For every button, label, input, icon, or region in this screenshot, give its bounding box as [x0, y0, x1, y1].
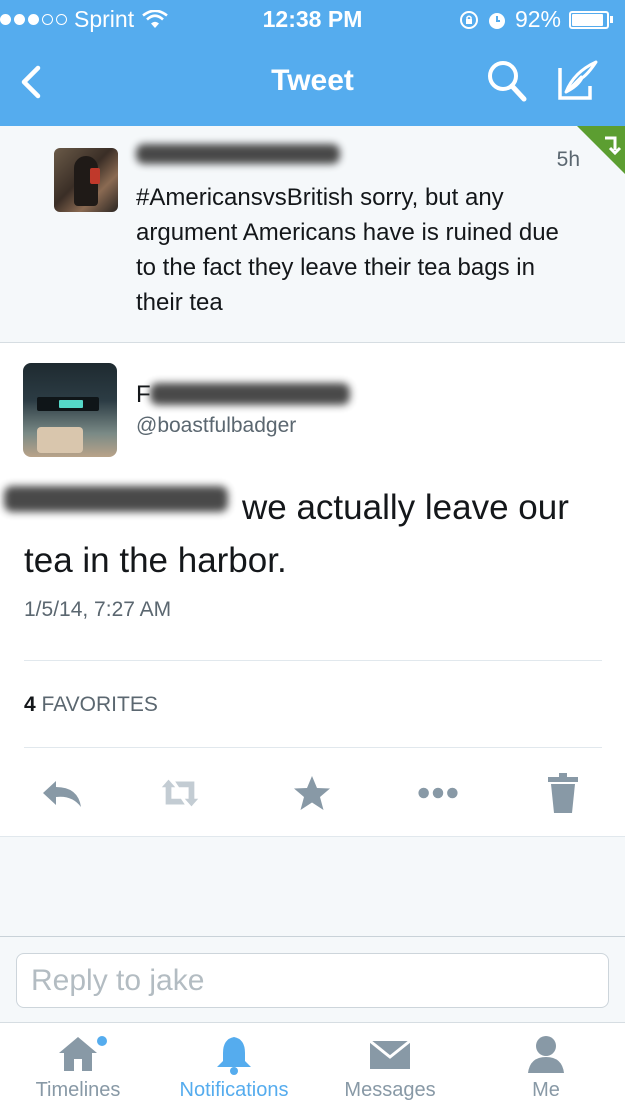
status-right: 92% — [459, 6, 613, 33]
tab-me[interactable]: Me — [500, 1023, 592, 1109]
tab-timelines[interactable]: Timelines — [28, 1023, 128, 1109]
in-reply-to-tweet[interactable]: 5h #AmericansvsBritish sorry, but any ar… — [0, 126, 625, 343]
retweet-button[interactable] — [158, 773, 202, 813]
app-header: Sprint 12:38 PM 92% Tweet — [0, 0, 625, 126]
battery-icon — [569, 10, 613, 29]
tab-notifications[interactable]: Notifications — [166, 1023, 302, 1109]
reply-button[interactable] — [40, 773, 84, 813]
alarm-icon — [488, 12, 505, 29]
rotation-lock-icon — [459, 10, 478, 29]
favorites-number: 4 — [24, 693, 36, 716]
delete-icon — [548, 773, 578, 813]
redacted-name — [136, 144, 340, 164]
tweet-detail: F @boastfulbadger we actually leave our … — [0, 343, 625, 836]
avatar[interactable] — [54, 148, 118, 212]
favorites-count[interactable]: 4 FAVORITES — [24, 693, 158, 717]
tab-bar: Timelines Notifications Messages Me — [0, 1022, 625, 1109]
favorite-icon — [294, 776, 330, 810]
reply-icon — [43, 781, 81, 807]
tab-label: Notifications — [179, 1079, 289, 1101]
envelope-icon — [369, 1039, 411, 1069]
reply-input[interactable] — [16, 953, 609, 1008]
divider — [24, 747, 602, 748]
more-icon — [418, 787, 458, 799]
search-icon[interactable] — [484, 58, 528, 104]
more-button[interactable] — [416, 773, 460, 813]
tweet-time: 5h — [556, 148, 580, 171]
user-handle[interactable]: @boastfulbadger — [136, 414, 296, 438]
tweet-actions — [0, 771, 625, 815]
tab-label: Me — [532, 1079, 560, 1101]
tweet-timestamp: 1/5/14, 7:27 AM — [24, 598, 172, 621]
home-icon — [59, 1037, 97, 1071]
retweet-icon — [161, 779, 199, 807]
tweet-text: #AmericansvsBritish sorry, but any argum… — [136, 184, 559, 316]
redacted-name — [150, 383, 350, 405]
compose-icon[interactable] — [552, 56, 602, 106]
person-icon — [528, 1036, 564, 1073]
avatar[interactable] — [23, 363, 117, 457]
nav-bar: Tweet — [0, 40, 625, 126]
reply-bar — [0, 936, 625, 1022]
bell-icon — [217, 1037, 251, 1075]
tweet-text: we actually leave our tea in the harbor. — [24, 488, 569, 580]
empty-area — [0, 836, 625, 936]
status-bar: Sprint 12:38 PM 92% — [0, 0, 625, 40]
tab-label: Messages — [344, 1079, 436, 1101]
page-title: Tweet — [271, 64, 354, 97]
following-corner-icon — [577, 126, 625, 174]
display-name[interactable]: F — [136, 381, 151, 409]
tab-messages[interactable]: Messages — [336, 1023, 444, 1109]
favorites-label: FAVORITES — [41, 693, 158, 716]
divider — [24, 660, 602, 661]
favorite-button[interactable] — [290, 773, 334, 813]
delete-button[interactable] — [541, 773, 585, 813]
new-content-indicator — [97, 1036, 107, 1046]
battery-percent: 92% — [514, 6, 561, 32]
tab-label: Timelines — [35, 1079, 121, 1101]
